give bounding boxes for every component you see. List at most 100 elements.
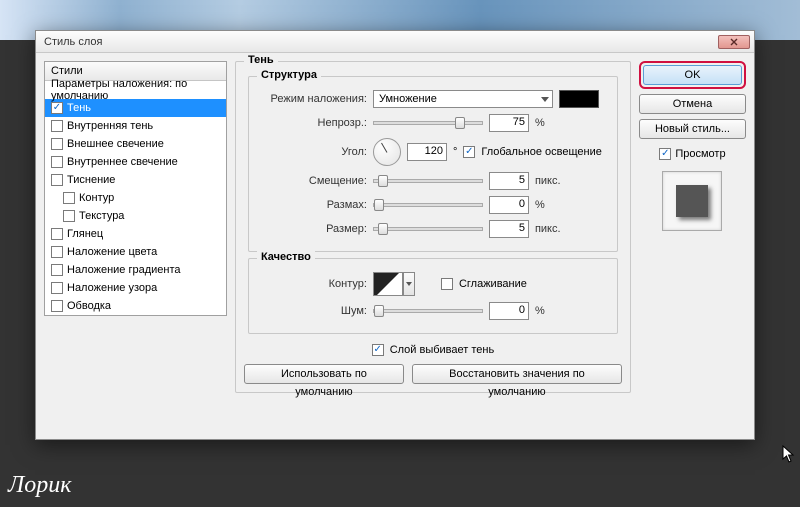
distance-slider[interactable] [373, 179, 483, 183]
style-label: Обводка [67, 300, 111, 312]
style-label: Наложение градиента [67, 264, 181, 276]
style-row-2[interactable]: Внешнее свечение [45, 135, 226, 153]
shadow-color-swatch[interactable] [559, 90, 599, 108]
cursor-icon [782, 445, 796, 463]
spread-unit: % [535, 199, 567, 211]
style-label: Глянец [67, 228, 103, 240]
style-label: Контур [79, 192, 114, 204]
style-checkbox[interactable] [51, 264, 63, 276]
reset-default-button[interactable]: Восстановить значения по умолчанию [412, 364, 622, 384]
style-checkbox[interactable] [51, 156, 63, 168]
watermark: Лорик [8, 472, 71, 499]
style-row-7[interactable]: Глянец [45, 225, 226, 243]
quality-group: Качество Контур: Сглаживание Шум: [248, 258, 618, 334]
style-checkbox[interactable] [51, 282, 63, 294]
style-label: Тень [67, 102, 91, 114]
blending-options-label: Параметры наложения: по умолчанию [51, 78, 220, 102]
style-label: Тиснение [67, 174, 115, 186]
opacity-slider[interactable] [373, 121, 483, 125]
style-row-1[interactable]: Внутренняя тень [45, 117, 226, 135]
style-checkbox[interactable] [63, 210, 75, 222]
spread-label: Размах: [257, 199, 367, 211]
knockout-checkbox[interactable] [372, 344, 384, 356]
style-label: Наложение узора [67, 282, 157, 294]
cancel-button[interactable]: Отмена [639, 94, 746, 114]
style-checkbox[interactable] [51, 138, 63, 150]
angle-input[interactable]: 120 [407, 143, 447, 161]
blend-mode-label: Режим наложения: [257, 93, 367, 105]
style-row-4[interactable]: Тиснение [45, 171, 226, 189]
close-icon [730, 38, 738, 46]
main-panel: Тень Структура Режим наложения: Умножени… [235, 61, 631, 431]
opacity-unit: % [535, 117, 567, 129]
style-checkbox[interactable] [51, 120, 63, 132]
style-checkbox[interactable] [51, 228, 63, 240]
style-checkbox[interactable] [51, 300, 63, 312]
style-checkbox[interactable] [51, 246, 63, 258]
opacity-label: Непрозр.: [257, 117, 367, 129]
style-label: Наложение цвета [67, 246, 157, 258]
angle-dial[interactable] [373, 138, 401, 166]
antialias-checkbox[interactable] [441, 278, 453, 290]
antialias-label: Сглаживание [459, 278, 527, 290]
style-checkbox[interactable] [51, 174, 63, 186]
style-row-6[interactable]: Текстура [45, 207, 226, 225]
noise-label: Шум: [257, 305, 367, 317]
style-checkbox[interactable] [51, 102, 63, 114]
noise-slider[interactable] [373, 309, 483, 313]
style-row-8[interactable]: Наложение цвета [45, 243, 226, 261]
distance-unit: пикс. [535, 175, 567, 187]
shadow-group: Тень Структура Режим наложения: Умножени… [235, 61, 631, 393]
noise-input[interactable]: 0 [489, 302, 529, 320]
styles-column: Стили Параметры наложения: по умолчанию … [44, 61, 227, 431]
window-title: Стиль слоя [44, 36, 718, 48]
contour-picker[interactable] [373, 272, 403, 296]
noise-unit: % [535, 305, 567, 317]
style-row-11[interactable]: Обводка [45, 297, 226, 315]
shadow-title: Тень [244, 54, 278, 66]
titlebar[interactable]: Стиль слоя [36, 31, 754, 53]
right-buttons-column: OK Отмена Новый стиль... Просмотр [639, 61, 746, 431]
chevron-down-icon [406, 282, 412, 286]
style-label: Внутреннее свечение [67, 156, 178, 168]
contour-label: Контур: [257, 278, 367, 290]
blend-mode-select[interactable]: Умножение [373, 90, 553, 108]
distance-label: Смещение: [257, 175, 367, 187]
style-row-10[interactable]: Наложение узора [45, 279, 226, 297]
layer-style-dialog: Стиль слоя Стили Параметры наложения: по… [35, 30, 755, 440]
preview-swatch [676, 185, 708, 217]
size-slider[interactable] [373, 227, 483, 231]
chevron-down-icon [541, 97, 549, 102]
angle-unit: ° [453, 146, 457, 158]
global-light-checkbox[interactable] [463, 146, 475, 158]
blend-mode-value: Умножение [379, 93, 437, 105]
style-label: Текстура [79, 210, 124, 222]
style-label: Внешнее свечение [67, 138, 164, 150]
spread-input[interactable]: 0 [489, 196, 529, 214]
window-close-button[interactable] [718, 35, 750, 49]
style-row-9[interactable]: Наложение градиента [45, 261, 226, 279]
angle-label: Угол: [257, 146, 367, 158]
size-input[interactable]: 5 [489, 220, 529, 238]
style-row-5[interactable]: Контур [45, 189, 226, 207]
global-light-label: Глобальное освещение [481, 146, 602, 158]
new-style-button[interactable]: Новый стиль... [639, 119, 746, 139]
preview-checkbox[interactable] [659, 148, 671, 160]
quality-legend: Качество [257, 251, 315, 263]
structure-legend: Структура [257, 69, 321, 81]
opacity-input[interactable]: 75 [489, 114, 529, 132]
style-label: Внутренняя тень [67, 120, 153, 132]
contour-dropdown-button[interactable] [403, 272, 415, 296]
make-default-button[interactable]: Использовать по умолчанию [244, 364, 404, 384]
size-label: Размер: [257, 223, 367, 235]
blending-options-row[interactable]: Параметры наложения: по умолчанию [45, 81, 226, 99]
size-unit: пикс. [535, 223, 567, 235]
structure-group: Структура Режим наложения: Умножение Неп… [248, 76, 618, 252]
spread-slider[interactable] [373, 203, 483, 207]
styles-list: Стили Параметры наложения: по умолчанию … [44, 61, 227, 316]
knockout-label: Слой выбивает тень [390, 344, 495, 356]
distance-input[interactable]: 5 [489, 172, 529, 190]
style-row-3[interactable]: Внутреннее свечение [45, 153, 226, 171]
style-checkbox[interactable] [63, 192, 75, 204]
ok-button[interactable]: OK [643, 65, 742, 85]
